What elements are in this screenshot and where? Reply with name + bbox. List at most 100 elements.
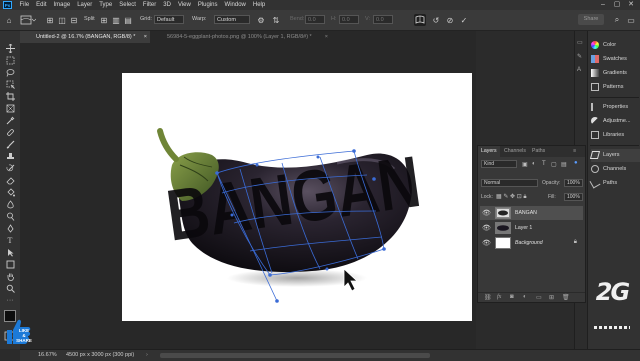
opacity-input[interactable]: 100%	[564, 179, 583, 187]
document-canvas[interactable]: BANGAN	[122, 73, 472, 321]
menu-view[interactable]: View	[174, 0, 194, 10]
visibility-eye-icon[interactable]: 👁︎	[482, 239, 491, 247]
move-tool-icon[interactable]	[4, 43, 16, 53]
warp-mode-icon[interactable]	[414, 14, 426, 26]
horizontal-scrollbar[interactable]	[160, 353, 430, 358]
tab-paths[interactable]: Paths	[529, 146, 548, 157]
filter-pixel-icon[interactable]: ▣	[522, 161, 528, 168]
brush-settings-icon[interactable]: ✎	[577, 53, 582, 60]
brush-tool-icon[interactable]	[4, 139, 16, 149]
clone-stamp-tool-icon[interactable]	[4, 151, 16, 161]
filter-toggle-icon[interactable]: ●	[574, 160, 578, 166]
new-group-icon[interactable]: ▭	[536, 294, 542, 301]
split-horizontal-icon[interactable]: ⊟	[68, 14, 80, 26]
filter-adjustment-icon[interactable]: ◐	[532, 161, 536, 167]
zoom-level[interactable]: 16.67%	[38, 350, 57, 361]
split-grid-icon[interactable]: ⊞	[98, 14, 110, 26]
bend-input[interactable]: 0.0	[305, 15, 325, 24]
layer-name[interactable]: BANGAN	[515, 206, 537, 220]
lock-icons[interactable]: ▦ ✎ ✥ ⊡ 🔒︎	[496, 193, 527, 201]
status-menu-arrow-icon[interactable]: ›	[146, 350, 148, 361]
dock-channels[interactable]: Channels	[591, 163, 640, 176]
menu-layer[interactable]: Layer	[74, 0, 96, 10]
menu-type[interactable]: Type	[96, 0, 116, 10]
layer-name[interactable]: Background	[515, 236, 543, 250]
crop-tool-icon[interactable]	[4, 91, 16, 101]
adjustment-layer-icon[interactable]: ◐	[523, 294, 527, 300]
layer-style-icon[interactable]: fx	[497, 294, 501, 300]
warp-select[interactable]: Custom	[214, 15, 250, 24]
shape-tool-icon[interactable]	[4, 259, 16, 269]
split-vgrid-icon[interactable]: ▥	[110, 14, 122, 26]
reset-icon[interactable]: ↺	[430, 14, 442, 26]
menu-plugins[interactable]: Plugins	[194, 0, 221, 10]
cancel-icon[interactable]: ⊘	[444, 14, 456, 26]
share-button[interactable]: Share	[578, 14, 604, 25]
lasso-tool-icon[interactable]	[4, 67, 16, 77]
visibility-eye-icon[interactable]: 👁︎	[482, 224, 491, 232]
photoshop-logo-icon[interactable]: Ps	[3, 1, 12, 9]
marquee-tool-icon[interactable]	[4, 55, 16, 65]
fill-input[interactable]: 100%	[564, 193, 583, 201]
dock-properties[interactable]: Properties	[591, 101, 640, 114]
menu-edit[interactable]: Edit	[33, 0, 50, 10]
paint-bucket-tool-icon[interactable]	[4, 187, 16, 197]
h-input[interactable]: 0.0	[339, 15, 359, 24]
menu-3d[interactable]: 3D	[160, 0, 175, 10]
more-tools-icon[interactable]: ···	[4, 295, 16, 305]
hand-tool-icon[interactable]	[4, 271, 16, 281]
frame-tool-icon[interactable]	[4, 103, 16, 113]
pen-tool-icon[interactable]	[4, 223, 16, 233]
dock-gradients[interactable]: Gradients	[591, 67, 640, 80]
tab-layers[interactable]: Layers	[478, 146, 500, 157]
healing-brush-tool-icon[interactable]	[4, 127, 16, 137]
grid-select[interactable]: Default	[154, 15, 184, 24]
object-selection-tool-icon[interactable]	[4, 79, 16, 89]
panel-menu-icon[interactable]: ≡	[573, 146, 576, 157]
commit-check-icon[interactable]: ✓	[458, 14, 470, 26]
v-input[interactable]: 0.0	[373, 15, 393, 24]
layer-name[interactable]: Layer 1	[515, 221, 532, 235]
workspace-icon[interactable]: ▭	[625, 14, 637, 26]
layer-row-bangan[interactable]: 👁︎ BANGAN	[480, 206, 583, 220]
dock-libraries[interactable]: Libraries	[591, 129, 640, 142]
tab-channels[interactable]: Channels	[501, 146, 529, 157]
new-layer-icon[interactable]: ⊞	[549, 294, 554, 301]
menu-window[interactable]: Window	[221, 0, 249, 10]
path-selection-tool-icon[interactable]	[4, 247, 16, 257]
tab-eggplant-photo[interactable]: 56984-5-eggplant-photos.png @ 100% (Laye…	[151, 31, 331, 43]
document-info[interactable]: 4500 px x 3000 px (300 ppi)	[66, 350, 134, 361]
blend-mode-select[interactable]: Normal	[481, 179, 538, 187]
visibility-eye-icon[interactable]: 👁︎	[482, 209, 491, 217]
menu-help[interactable]: Help	[249, 0, 268, 10]
split-crosswise-icon[interactable]: ⊞	[44, 14, 56, 26]
layer-mask-icon[interactable]: ◙	[510, 294, 514, 300]
eraser-tool-icon[interactable]	[4, 175, 16, 185]
dock-adjustments[interactable]: Adjustme...	[591, 115, 640, 128]
link-layers-icon[interactable]: ⛓	[484, 294, 492, 301]
menu-select[interactable]: Select	[116, 0, 140, 10]
split-hgrid-icon[interactable]: ▤	[122, 14, 134, 26]
close-window-button[interactable]: ✕	[624, 0, 638, 10]
zoom-tool-icon[interactable]	[4, 283, 16, 293]
dodge-tool-icon[interactable]	[4, 211, 16, 221]
history-brush-tool-icon[interactable]	[4, 163, 16, 173]
menu-image[interactable]: Image	[50, 0, 74, 10]
close-tab-icon[interactable]: ×	[144, 31, 147, 43]
orientation-icon[interactable]: ⇅	[270, 14, 282, 26]
dock-paths[interactable]: Paths	[589, 177, 640, 190]
type-tool-icon[interactable]: T	[4, 235, 16, 245]
home-icon[interactable]: ⌂	[3, 14, 15, 26]
layer-row-layer-1[interactable]: 👁︎ Layer 1	[480, 221, 583, 235]
search-icon[interactable]: ⌕	[611, 14, 623, 26]
history-icon[interactable]: ▭	[577, 39, 583, 46]
warp-tool-preset-icon[interactable]	[18, 14, 38, 26]
layer-filter-select[interactable]: Kind	[481, 160, 517, 168]
maximize-button[interactable]: ▢	[610, 0, 624, 10]
tab-untitled-2[interactable]: Untitled-2 @ 16.7% (BANGAN, RGB/8) * ×	[20, 31, 150, 43]
eggplant-artwork[interactable]: BANGAN	[122, 73, 472, 321]
dock-layers[interactable]: Layers	[589, 149, 640, 162]
menu-file[interactable]: File	[16, 0, 33, 10]
filter-smart-object-icon[interactable]: ▤	[561, 161, 567, 168]
delete-layer-icon[interactable]: 🗑︎	[562, 294, 570, 301]
